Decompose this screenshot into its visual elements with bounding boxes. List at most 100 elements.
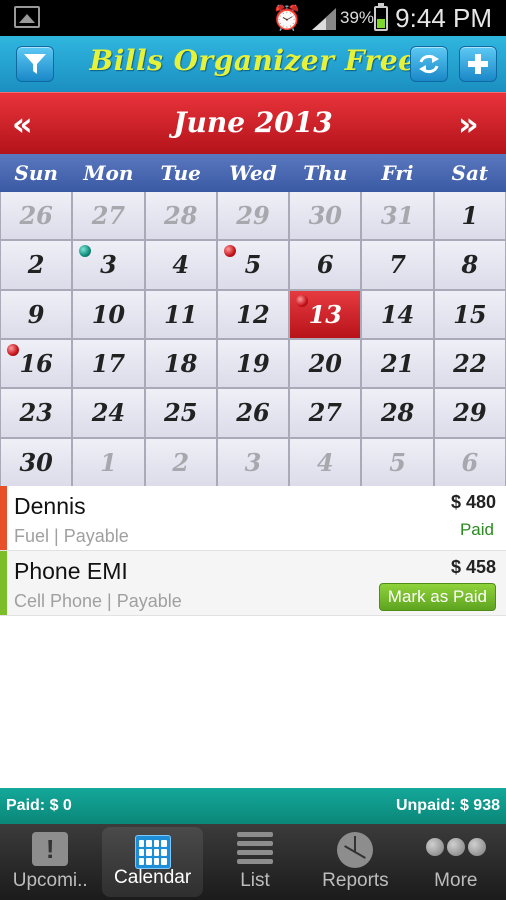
mark-as-paid-button[interactable]: Mark as Paid (378, 583, 496, 611)
day-number: 7 (389, 250, 406, 280)
calendar-day[interactable]: 26 (217, 389, 289, 437)
list-icon (237, 832, 274, 864)
day-number: 5 (244, 250, 262, 280)
calendar-day[interactable]: 30 (290, 192, 361, 240)
sync-button[interactable] (410, 46, 448, 82)
calendar-day[interactable]: 19 (217, 339, 289, 388)
calendar-day[interactable]: 18 (145, 339, 216, 388)
calendar-day[interactable]: 1 (73, 438, 144, 486)
calendar-day[interactable]: 6 (434, 438, 505, 486)
weekday-label: Sun (14, 161, 58, 185)
day-number: 28 (380, 398, 415, 428)
calendar-day[interactable]: 11 (145, 290, 216, 338)
bill-meta: Cell Phone | Payable (14, 591, 182, 611)
day-number: 2 (27, 250, 45, 280)
day-number: 29 (453, 398, 487, 428)
calendar-day[interactable]: 5 (362, 438, 433, 486)
paid-total: Paid: $ 0 (6, 797, 72, 814)
calendar-day[interactable]: 12 (217, 290, 289, 338)
calendar-day[interactable]: 8 (434, 241, 505, 289)
filter-button[interactable] (16, 46, 54, 82)
nav-calendar[interactable]: Calendar (102, 827, 203, 897)
sync-icon (419, 54, 439, 74)
calendar-day[interactable]: 26 (1, 192, 72, 240)
nav-list[interactable]: List (205, 824, 305, 900)
day-number: 6 (316, 250, 334, 280)
calendar-day-today[interactable]: 13 (290, 290, 361, 338)
bill-amount: $ 480 (450, 492, 496, 512)
calendar-day[interactable]: 5 (217, 241, 289, 289)
calendar-day[interactable]: 15 (434, 290, 505, 338)
next-month-button[interactable]: » (458, 105, 479, 143)
calendar-day[interactable]: 6 (290, 241, 361, 289)
bill-category-stripe (0, 486, 7, 550)
day-number: 17 (91, 349, 126, 379)
day-number: 5 (389, 447, 406, 477)
month-title: June 2013 (173, 106, 333, 139)
nav-label: Reports (322, 870, 389, 891)
nav-reports[interactable]: Reports (305, 824, 405, 900)
app-title: Bills Organizer Free (89, 44, 417, 77)
day-number: 27 (91, 201, 126, 231)
bill-item[interactable]: Dennis Fuel | Payable $ 480 Paid (0, 486, 506, 551)
calendar-day[interactable]: 7 (362, 241, 433, 289)
calendar-day[interactable]: 23 (1, 389, 72, 437)
calendar-day[interactable]: 2 (1, 241, 72, 289)
day-number: 23 (19, 398, 53, 428)
calendar-day[interactable]: 22 (434, 339, 505, 388)
calendar-day[interactable]: 4 (145, 241, 216, 289)
day-number: 10 (91, 299, 126, 329)
nav-more[interactable]: More (406, 824, 506, 900)
weekday-label: Thu (303, 161, 348, 185)
day-number: 1 (461, 201, 479, 231)
weekday-label: Wed (229, 161, 277, 185)
calendar-day[interactable]: 14 (362, 290, 433, 338)
bill-amount: $ 458 (450, 557, 496, 577)
calendar-grid: 26 27 28 29 30 31 1 2 3 4 5 6 7 8 9 10 11 12 13 14 15 16 17 18 1… (0, 192, 506, 486)
calendar-day[interactable]: 30 (1, 438, 72, 486)
calendar-day[interactable]: 1 (434, 192, 505, 240)
day-number: 20 (308, 349, 342, 379)
day-number: 4 (172, 250, 190, 280)
calendar-day[interactable]: 20 (290, 339, 361, 388)
day-number: 30 (308, 201, 342, 231)
bill-item[interactable]: Phone EMI Cell Phone | Payable $ 458 Mar… (0, 551, 506, 616)
calendar-day[interactable]: 3 (217, 438, 289, 486)
weekday-label: Sat (451, 161, 489, 185)
calendar-day[interactable]: 29 (217, 192, 289, 240)
bill-name: Dennis (14, 493, 86, 519)
day-number: 30 (19, 447, 53, 477)
calendar-day[interactable]: 28 (145, 192, 216, 240)
day-number: 4 (316, 447, 334, 477)
bill-meta: Fuel | Payable (14, 526, 129, 546)
prev-month-button[interactable]: « (12, 105, 33, 143)
add-icon (468, 54, 488, 74)
day-number: 13 (308, 299, 342, 329)
calendar-day[interactable]: 2 (145, 438, 216, 486)
calendar-day[interactable]: 3 (73, 241, 144, 289)
day-number: 19 (236, 349, 270, 379)
day-number: 28 (164, 201, 198, 231)
calendar-day[interactable]: 29 (434, 389, 505, 437)
calendar-day[interactable]: 10 (73, 290, 144, 338)
day-number: 9 (27, 299, 45, 329)
add-button[interactable] (459, 46, 497, 82)
calendar-day[interactable]: 17 (73, 339, 144, 388)
month-bar: « June 2013 » (0, 92, 506, 154)
calendar-day[interactable]: 31 (362, 192, 433, 240)
calendar-day[interactable]: 27 (290, 389, 361, 437)
calendar-day[interactable]: 27 (73, 192, 144, 240)
day-number: 24 (91, 398, 126, 428)
reports-icon (337, 832, 374, 868)
calendar-day[interactable]: 4 (290, 438, 361, 486)
calendar-day[interactable]: 24 (73, 389, 144, 437)
bill-marker-icon (7, 343, 19, 356)
nav-upcoming[interactable]: ! Upcomi.. (0, 824, 100, 900)
calendar-day[interactable]: 28 (362, 389, 433, 437)
calendar-day[interactable]: 16 (1, 339, 72, 388)
calendar-day[interactable]: 25 (145, 389, 216, 437)
calendar-day[interactable]: 9 (1, 290, 72, 338)
gallery-icon (14, 6, 40, 28)
day-number: 31 (380, 201, 415, 231)
calendar-day[interactable]: 21 (362, 339, 433, 388)
